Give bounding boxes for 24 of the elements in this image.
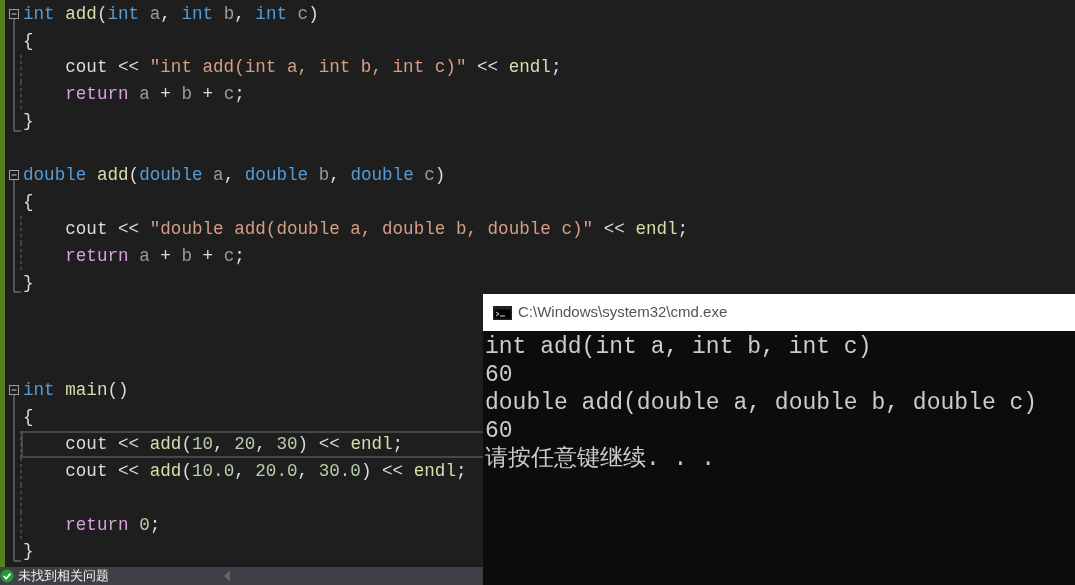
collapse-icon[interactable] <box>9 385 19 396</box>
code-line: int main() <box>23 382 129 400</box>
code-line: return a + b + c; <box>64 86 245 104</box>
code-line: } <box>23 274 34 293</box>
code-line: cout << "int add(int a, int b, int c)" << endl; <box>64 59 562 77</box>
console-line: 60 <box>485 362 513 388</box>
code-line: double add(double a, double b, double c) <box>23 167 446 185</box>
collapse-icon[interactable] <box>9 170 19 181</box>
console-line: int add(int a, int b, int c) <box>485 334 872 360</box>
code-line: } <box>23 113 34 131</box>
code-line: cout << "double add(double a, double b, double c)" << endl; <box>64 220 689 239</box>
status-message: 未找到相关问题 <box>18 567 109 585</box>
code-line: cout << add(10.0, 20.0, 30.0) << endl; <box>64 462 467 481</box>
code-line: { <box>23 32 34 51</box>
code-line: { <box>23 409 34 427</box>
code-line: int add(int a, int b, int c) <box>23 5 319 24</box>
code-line: { <box>23 193 34 212</box>
window-title: C:\Windows\system32\cmd.exe <box>518 302 728 323</box>
code-line: return a + b + c; <box>64 247 245 266</box>
console-line: double add(double a, double b, double c) <box>485 390 1038 416</box>
code-line: return 0; <box>64 516 161 535</box>
collapse-icon[interactable] <box>9 9 19 19</box>
code-line: } <box>23 543 34 562</box>
console-icon <box>493 305 512 320</box>
